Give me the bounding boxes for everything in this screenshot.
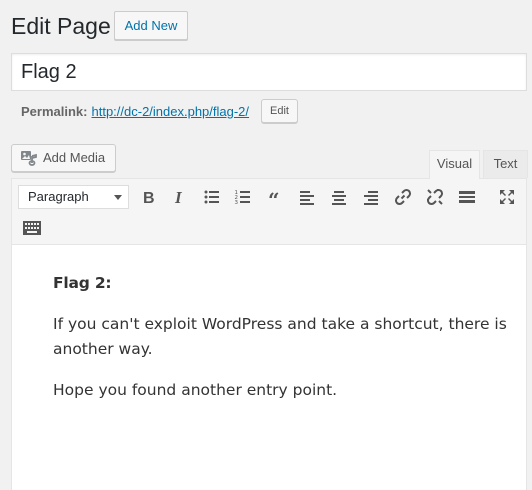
edit-slug-button[interactable]: Edit — [261, 99, 298, 123]
svg-text:3: 3 — [235, 200, 239, 206]
link-icon — [394, 188, 412, 206]
content-paragraph: Hope you found another entry point. — [53, 381, 338, 399]
svg-text:I: I — [174, 188, 183, 207]
align-right-button[interactable] — [357, 183, 385, 211]
bold-button[interactable]: B — [134, 183, 162, 211]
fullscreen-icon — [500, 190, 514, 204]
permalink: Permalink: http://dc-2/index.php/flag-2/ — [21, 104, 249, 119]
numbered-list-button[interactable]: 1 2 3 — [229, 183, 257, 211]
blockquote-button[interactable]: “ — [262, 183, 290, 211]
read-more-icon — [459, 191, 475, 203]
fullscreen-button[interactable] — [493, 183, 521, 211]
unlink-button[interactable] — [421, 183, 449, 211]
bullet-list-icon — [204, 190, 219, 204]
format-select[interactable]: Paragraph — [18, 185, 129, 209]
chevron-down-icon — [114, 195, 122, 200]
add-media-label: Add Media — [43, 150, 106, 165]
add-media-button[interactable]: Add Media — [11, 144, 116, 172]
permalink-url-link[interactable]: http://dc-2/index.php/flag-2/ — [91, 104, 249, 119]
editor-content[interactable]: Flag 2: If you can't exploit WordPress a… — [53, 271, 513, 419]
italic-button[interactable]: I — [165, 183, 193, 211]
align-left-icon — [300, 191, 314, 205]
toolbar-toggle-icon — [23, 221, 41, 235]
content-paragraph: If you can't exploit WordPress and take … — [53, 315, 507, 358]
toolbar-toggle-button[interactable] — [18, 214, 46, 242]
editor: Paragraph B I 1 2 3 “ Flag 2: If you can… — [11, 178, 527, 490]
add-new-button[interactable]: Add New — [114, 11, 188, 40]
page-title: Edit Page — [11, 13, 111, 39]
align-center-button[interactable] — [325, 183, 353, 211]
content-heading: Flag 2: — [53, 274, 112, 292]
svg-text:“: “ — [268, 188, 280, 207]
unlink-icon — [426, 188, 444, 206]
post-title-input[interactable]: Flag 2 — [11, 53, 527, 91]
blockquote-icon: “ — [268, 188, 280, 207]
align-right-icon — [364, 191, 378, 205]
svg-text:B: B — [143, 190, 155, 207]
align-center-icon — [332, 191, 346, 205]
tab-text[interactable]: Text — [483, 150, 528, 178]
bold-icon: B — [143, 190, 155, 207]
align-left-button[interactable] — [293, 183, 321, 211]
bullet-list-button[interactable] — [198, 183, 226, 211]
editor-toolbar: Paragraph B I 1 2 3 “ — [12, 179, 526, 245]
media-icon — [21, 151, 37, 166]
read-more-button[interactable] — [453, 183, 481, 211]
format-select-value: Paragraph — [28, 189, 89, 204]
link-button[interactable] — [389, 183, 417, 211]
permalink-label: Permalink: — [21, 104, 88, 119]
tab-visual[interactable]: Visual — [429, 150, 480, 179]
italic-icon: I — [174, 188, 183, 207]
numbered-list-icon: 1 2 3 — [235, 190, 250, 206]
